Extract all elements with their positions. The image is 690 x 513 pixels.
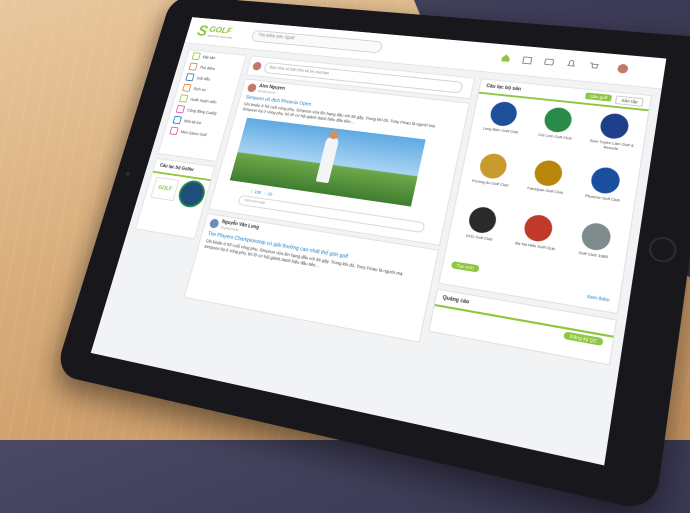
club-badge bbox=[478, 152, 509, 180]
club-badge bbox=[542, 106, 573, 133]
club-logo-round[interactable] bbox=[176, 179, 209, 209]
coach-icon bbox=[179, 94, 188, 102]
club-name: Phoenix Golf Club bbox=[577, 192, 628, 204]
user-avatar[interactable] bbox=[617, 64, 629, 74]
search-placeholder: Tìm kiếm trên Sgolf bbox=[257, 33, 294, 41]
sponsor-icon bbox=[173, 116, 182, 124]
club-item[interactable]: Ba Na Hills Golf Club bbox=[510, 212, 564, 252]
golfer-figure bbox=[316, 137, 340, 184]
club-item[interactable]: Fansipan Golf Club bbox=[521, 158, 575, 196]
sidebar-item-label: Nhà tài trợ bbox=[183, 119, 201, 125]
club-item[interactable]: Sam Tuyền Lâm Golf & Resorts bbox=[586, 111, 641, 153]
avatar[interactable] bbox=[247, 83, 258, 92]
home-icon[interactable] bbox=[500, 53, 511, 63]
club-item[interactable]: 1011 Golf Club bbox=[455, 204, 508, 243]
club-badge bbox=[589, 166, 621, 195]
flag-icon bbox=[192, 52, 201, 60]
logo[interactable]: S GOLF Social Golf Community bbox=[195, 23, 247, 43]
create-club-button[interactable]: Tạo mới bbox=[451, 261, 480, 272]
sidebar-item-label: Thẻ điểm bbox=[199, 65, 215, 71]
calendar-icon[interactable] bbox=[522, 55, 534, 65]
sidebar-item-label: Đặt sân bbox=[202, 55, 216, 60]
club-item[interactable]: Trường An Golf Club bbox=[466, 151, 518, 188]
club-item[interactable]: Chi Linh Golf Club bbox=[531, 105, 584, 141]
club-badge bbox=[467, 205, 498, 234]
cart-icon[interactable] bbox=[588, 61, 600, 71]
post-body: Ghi birdie ở hố cuối vòng phụ, Simpson v… bbox=[203, 238, 418, 286]
club-badge bbox=[599, 112, 631, 140]
club-name: Long Biên Golf Club bbox=[477, 125, 524, 135]
club-badge bbox=[522, 213, 554, 243]
sidebar-item-label: Cộng đồng Caddy bbox=[187, 108, 218, 116]
top-icons bbox=[500, 52, 655, 79]
club-badge bbox=[488, 101, 518, 128]
sidebar-item-label: Giải đấu bbox=[196, 76, 211, 82]
avatar[interactable] bbox=[209, 218, 220, 228]
caddy-icon bbox=[176, 105, 185, 113]
club-item[interactable]: Long Biên Golf Club bbox=[477, 100, 529, 135]
club-name: Fansipan Golf Club bbox=[521, 185, 570, 196]
club-name: Chi Linh Golf Club bbox=[531, 131, 579, 141]
service-icon bbox=[182, 84, 191, 92]
sidebar-item-label: Mini Game Golf bbox=[180, 130, 207, 138]
avatar bbox=[252, 62, 263, 71]
club-name: Trường An Golf Club bbox=[466, 177, 513, 188]
club-name: Ba Na Hills Golf Club bbox=[510, 240, 560, 252]
comment-count: 10 bbox=[267, 191, 273, 196]
sidebar-item-label: Dịch vụ bbox=[193, 86, 206, 91]
comment-placeholder: Viết bình luận bbox=[244, 197, 266, 205]
club-item[interactable]: Phoenix Golf Club bbox=[577, 165, 632, 204]
club-name: Golf Club 1989 bbox=[568, 248, 619, 261]
trophy-icon bbox=[185, 73, 194, 81]
post-time: 25 phút trước bbox=[257, 89, 276, 94]
composer-placeholder: Bạn chia sẻ bài chia sẻ tin của bạn bbox=[269, 65, 329, 75]
club-directory-panel: Câu lạc bộ sân Sân golf Sân tập Long Biê… bbox=[438, 78, 652, 314]
like-count: 100 bbox=[254, 189, 262, 194]
see-more-link[interactable]: Xem thêm bbox=[586, 294, 610, 303]
golfer-head bbox=[328, 130, 339, 140]
chat-icon[interactable] bbox=[543, 57, 555, 67]
club-badge bbox=[533, 159, 565, 188]
sidebar-item-label: Huấn luyện viên bbox=[190, 97, 217, 104]
scorecard-icon bbox=[188, 63, 197, 71]
club-name: 1011 Golf Club bbox=[455, 231, 503, 243]
club-logo-golf[interactable]: GOLF bbox=[150, 177, 179, 201]
search-input[interactable]: Tìm kiếm trên Sgolf bbox=[251, 30, 384, 54]
club-badge bbox=[580, 221, 613, 252]
club-item[interactable]: Golf Club 1989 bbox=[568, 220, 624, 261]
notification-icon[interactable] bbox=[565, 59, 577, 69]
club-name: Sam Tuyền Lâm Golf & Resorts bbox=[586, 138, 637, 153]
logo-s-mark: S bbox=[195, 23, 209, 40]
game-icon bbox=[169, 127, 178, 135]
